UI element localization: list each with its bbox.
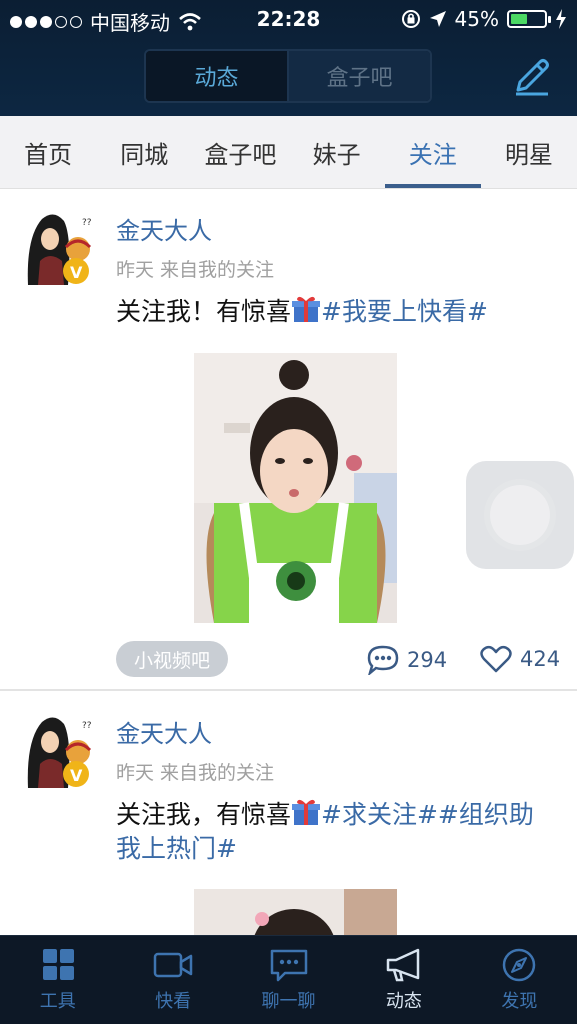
megaphone-icon [386, 948, 420, 982]
svg-text:V: V [70, 766, 83, 785]
gift-icon [292, 799, 321, 825]
tabbar-tools[interactable]: 工具 [0, 936, 115, 1024]
post-card: V ?? 金天大人 昨天 来自我的关注 关注我，有惊喜 #求关注##组织助我上热门… [0, 692, 577, 935]
tabbar-quick-view[interactable]: 快看 [115, 936, 230, 1024]
post-meta: 昨天 来自我的关注 [116, 762, 275, 784]
compass-icon [503, 948, 536, 982]
video-thumbnail[interactable] [194, 353, 397, 623]
svg-text:??: ?? [82, 721, 92, 731]
like-count[interactable]: 424 [480, 645, 560, 673]
chat-icon [270, 949, 307, 982]
tab-stars[interactable]: 明星 [481, 116, 577, 188]
topic-chip[interactable]: 小视频吧 [116, 641, 229, 677]
tab-following[interactable]: 关注 [384, 116, 482, 188]
location-arrow-icon [429, 11, 446, 27]
avatar[interactable]: V ?? [20, 710, 100, 790]
post-text: 关注我！有惊喜 #我要上快看# [116, 294, 556, 329]
tab-girls[interactable]: 妹子 [289, 116, 385, 188]
tabbar-chat[interactable]: 聊一聊 [231, 936, 346, 1024]
svg-text:??: ?? [82, 218, 92, 228]
gift-icon [292, 296, 321, 322]
like-count-value: 424 [520, 647, 561, 671]
feed-segmented-control: 动态 盒子吧 [144, 49, 432, 103]
battery-icon [507, 10, 551, 28]
post-divider [0, 689, 577, 691]
battery-percent: 45% [454, 7, 499, 31]
pencil-icon[interactable] [510, 54, 554, 98]
post-card: V ?? 金天大人 昨天 来自我的关注 关注我！有惊喜 #我要上快看# 小视频吧 … [0, 189, 577, 689]
comment-icon [367, 645, 399, 675]
post-meta: 昨天 来自我的关注 [116, 259, 275, 281]
segment-dynamic[interactable]: 动态 [146, 51, 287, 101]
charging-icon [556, 9, 566, 29]
svg-text:V: V [70, 263, 83, 282]
tabbar-label: 快看 [155, 991, 192, 1012]
post-author[interactable]: 金天大人 [116, 714, 212, 749]
post-text: 关注我，有惊喜 #求关注##组织助我上热门# [116, 797, 556, 866]
category-tabs: 首页 同城 盒子吧 妹子 关注 明星 [0, 116, 577, 189]
avatar[interactable]: V ?? [20, 207, 100, 287]
tabbar-label: 聊一聊 [261, 991, 316, 1012]
rotation-lock-icon [401, 10, 420, 28]
post-hashtag[interactable]: #我要上快看# [321, 297, 488, 326]
tabbar-dynamic[interactable]: 动态 [346, 936, 461, 1024]
segment-box-bar[interactable]: 盒子吧 [287, 51, 430, 101]
tab-box-bar[interactable]: 盒子吧 [192, 116, 288, 188]
post-text-body: 关注我！有惊喜 [116, 297, 292, 326]
grid-icon [42, 949, 74, 980]
status-bar: 中国移动 22:28 45% [0, 0, 577, 40]
comment-count[interactable]: 294 [367, 645, 447, 675]
video-thumbnail[interactable] [194, 889, 397, 935]
top-bar: 中国移动 22:28 45% 动态 盒子吧 [0, 0, 577, 116]
tab-home[interactable]: 首页 [0, 116, 96, 188]
bottom-tab-bar: 工具 快看 聊一聊 动态 发现 [0, 935, 577, 1024]
video-camera-icon [153, 952, 193, 978]
comment-count-value: 294 [407, 648, 448, 672]
tabbar-label: 发现 [501, 991, 538, 1012]
tabbar-discover[interactable]: 发现 [462, 936, 577, 1024]
tabbar-label: 工具 [39, 991, 76, 1012]
tab-same-city[interactable]: 同城 [96, 116, 192, 188]
tabbar-label: 动态 [385, 991, 422, 1012]
post-author[interactable]: 金天大人 [116, 211, 212, 246]
heart-icon [480, 645, 512, 673]
post-text-body: 关注我，有惊喜 [116, 800, 292, 829]
assistive-touch-button[interactable] [466, 461, 574, 569]
